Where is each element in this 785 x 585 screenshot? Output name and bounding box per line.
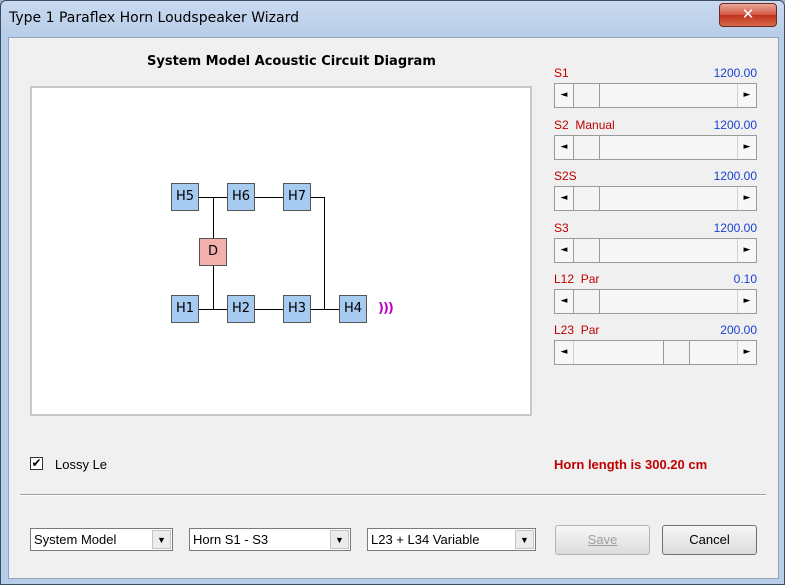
slider-scrollbar[interactable]: ◄ ►	[554, 186, 757, 211]
slider-label: S2S	[554, 169, 577, 183]
scroll-right-icon[interactable]: ►	[737, 290, 756, 313]
diagram-title: System Model Acoustic Circuit Diagram	[147, 54, 436, 69]
horn-select[interactable]: Horn S1 - S3 ▼	[189, 528, 351, 551]
wire-right-vertical	[324, 197, 325, 309]
slider-scrollbar[interactable]: ◄ ►	[554, 289, 757, 314]
chevron-down-icon[interactable]: ▼	[152, 530, 171, 549]
cancel-button[interactable]: Cancel	[662, 525, 757, 555]
scroll-left-icon[interactable]: ◄	[555, 239, 574, 262]
node-h1: H1	[171, 295, 199, 323]
wire-h2-h3	[254, 309, 284, 310]
slider-scrollbar[interactable]: ◄ ►	[554, 83, 757, 108]
dialog-client-area: System Model Acoustic Circuit Diagram H5…	[8, 37, 779, 579]
slider-scrollbar[interactable]: ◄ ►	[554, 135, 757, 160]
scroll-left-icon[interactable]: ◄	[555, 187, 574, 210]
scroll-right-icon[interactable]: ►	[737, 84, 756, 107]
slider-thumb[interactable]	[573, 187, 600, 210]
node-h6: H6	[227, 183, 255, 211]
slider-value: 1200.00	[713, 118, 757, 132]
slider-label: S2 Manual	[554, 118, 615, 132]
close-button[interactable]: ✕	[719, 3, 777, 27]
slider-thumb[interactable]	[573, 136, 600, 159]
slider-label: L23 Par	[554, 323, 600, 337]
wire-d-top	[213, 197, 214, 238]
separator	[20, 494, 766, 496]
node-h2: H2	[227, 295, 255, 323]
slider-thumb[interactable]	[573, 84, 600, 107]
slider-label: S1	[554, 66, 569, 80]
scroll-left-icon[interactable]: ◄	[555, 341, 574, 364]
scroll-right-icon[interactable]: ►	[737, 187, 756, 210]
scroll-left-icon[interactable]: ◄	[555, 290, 574, 313]
chevron-down-icon[interactable]: ▼	[515, 530, 534, 549]
system-model-select[interactable]: System Model ▼	[30, 528, 173, 551]
slider-label: L12 Par	[554, 272, 600, 286]
title-bar: Type 1 Paraflex Horn Loudspeaker Wizard …	[1, 1, 784, 37]
slider-thumb[interactable]	[573, 290, 600, 313]
scroll-left-icon[interactable]: ◄	[555, 136, 574, 159]
wizard-window: Type 1 Paraflex Horn Loudspeaker Wizard …	[0, 0, 785, 585]
window-title: Type 1 Paraflex Horn Loudspeaker Wizard	[9, 10, 299, 26]
node-h3: H3	[283, 295, 311, 323]
node-driver: D	[199, 238, 227, 266]
slider-scrollbar[interactable]: ◄ ►	[554, 238, 757, 263]
node-h7: H7	[283, 183, 311, 211]
save-button[interactable]: Save	[555, 525, 650, 555]
horn-select-value: Horn S1 - S3	[193, 532, 269, 547]
scroll-right-icon[interactable]: ►	[737, 239, 756, 262]
slider-value: 0.10	[733, 272, 757, 286]
wire-h7-right	[310, 197, 324, 198]
node-h5: H5	[171, 183, 199, 211]
horn-length-status: Horn length is 300.20 cm	[554, 457, 708, 472]
sound-output-icon: )))	[378, 301, 394, 316]
slider-thumb[interactable]	[663, 341, 690, 364]
slider-scrollbar[interactable]: ◄ ►	[554, 340, 757, 365]
scroll-right-icon[interactable]: ►	[737, 136, 756, 159]
close-icon: ✕	[741, 5, 755, 23]
wire-h3-h4	[310, 309, 340, 310]
scroll-right-icon[interactable]: ►	[737, 341, 756, 364]
chevron-down-icon[interactable]: ▼	[330, 530, 349, 549]
slider-value: 1200.00	[713, 66, 757, 80]
system-model-value: System Model	[34, 532, 117, 547]
wire-h1-h2	[198, 309, 228, 310]
lossy-le-checkbox[interactable]: ✔	[30, 457, 43, 470]
wire-d-bottom	[213, 266, 214, 309]
wire-h6-h7	[254, 197, 284, 198]
slider-value: 200.00	[720, 323, 757, 337]
slider-value: 1200.00	[713, 221, 757, 235]
scroll-left-icon[interactable]: ◄	[555, 84, 574, 107]
node-h4: H4	[339, 295, 367, 323]
variable-select-value: L23 + L34 Variable	[371, 532, 480, 547]
circuit-diagram: H5 H6 H7 D H1 H2 H3 H4 )))	[30, 86, 532, 416]
slider-thumb[interactable]	[573, 239, 600, 262]
slider-label: S3	[554, 221, 569, 235]
lossy-le-label[interactable]: Lossy Le	[55, 457, 107, 472]
variable-select[interactable]: L23 + L34 Variable ▼	[367, 528, 536, 551]
slider-value: 1200.00	[713, 169, 757, 183]
